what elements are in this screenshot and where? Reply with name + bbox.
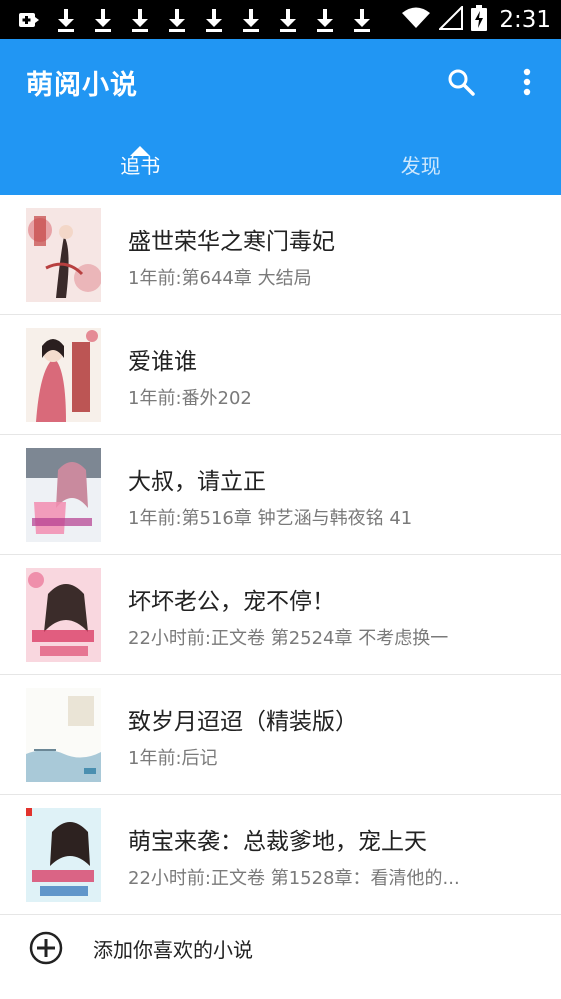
- book-latest-chapter: 1年前:第516章 钟艺涵与韩夜铭 41: [128, 508, 413, 529]
- active-tab-indicator: [130, 146, 150, 156]
- book-latest-chapter: 22小时前:正文卷 第1528章：看清他的...: [128, 868, 460, 889]
- book-title: 大叔，请立正: [128, 469, 266, 495]
- book-row[interactable]: 盛世荣华之寒门毒妃 1年前:第644章 大结局: [0, 195, 561, 315]
- add-circle-icon: [29, 931, 63, 965]
- add-book-label: 添加你喜欢的小说: [93, 938, 253, 962]
- tab-faxian[interactable]: 发现: [281, 143, 561, 195]
- book-cover: [26, 808, 101, 902]
- book-latest-chapter: 1年前:第644章 大结局: [128, 268, 312, 289]
- app-title: 萌阅小说: [26, 70, 138, 101]
- download-icon: [121, 4, 158, 35]
- book-latest-chapter: 1年前:番外202: [128, 388, 252, 409]
- book-title: 盛世荣华之寒门毒妃: [128, 229, 335, 255]
- book-title: 致岁月迢迢（精装版）: [128, 709, 358, 735]
- book-list: 盛世荣华之寒门毒妃 1年前:第644章 大结局 爱谁谁 1年前:番外202 大叔…: [0, 195, 561, 915]
- more-options-button[interactable]: [512, 65, 542, 99]
- book-row[interactable]: 萌宝来袭：总裁爹地，宠上天 22小时前:正文卷 第1528章：看清他的...: [0, 795, 561, 915]
- book-row[interactable]: 大叔，请立正 1年前:第516章 钟艺涵与韩夜铭 41: [0, 435, 561, 555]
- book-latest-chapter: 1年前:后记: [128, 748, 218, 769]
- download-icon: [195, 4, 232, 35]
- book-row[interactable]: 致岁月迢迢（精装版） 1年前:后记: [0, 675, 561, 795]
- book-row[interactable]: 爱谁谁 1年前:番外202: [0, 315, 561, 435]
- notification-icon: [10, 4, 47, 35]
- download-icon: [306, 4, 343, 35]
- book-title: 爱谁谁: [128, 349, 197, 375]
- download-icon: [158, 4, 195, 35]
- add-book-button[interactable]: 添加你喜欢的小说: [0, 915, 561, 977]
- app-bar: 萌阅小说 追书 发现: [0, 39, 561, 195]
- book-title: 萌宝来袭：总裁爹地，宠上天: [128, 829, 427, 855]
- book-latest-chapter: 22小时前:正文卷 第2524章 不考虑换一: [128, 628, 449, 649]
- download-icon: [232, 4, 269, 35]
- search-button[interactable]: [444, 65, 478, 99]
- book-cover: [26, 328, 101, 422]
- download-icon: [84, 4, 121, 35]
- book-cover: [26, 448, 101, 542]
- download-icon: [269, 4, 306, 35]
- book-row[interactable]: 坏坏老公，宠不停！ 22小时前:正文卷 第2524章 不考虑换一: [0, 555, 561, 675]
- tab-bar: 追书 发现: [0, 143, 561, 195]
- status-bar: 2:31: [0, 0, 561, 39]
- download-icon: [47, 4, 84, 35]
- book-cover: [26, 688, 101, 782]
- signal-icon: [437, 4, 464, 34]
- wifi-icon: [401, 6, 431, 34]
- clock: 2:31: [499, 6, 551, 33]
- more-vert-icon: [523, 68, 531, 96]
- notification-icons: [10, 4, 380, 35]
- book-title: 坏坏老公，宠不停！: [128, 589, 335, 615]
- download-icon: [343, 4, 380, 35]
- book-cover: [26, 208, 101, 302]
- search-icon: [448, 69, 475, 96]
- battery-icon: [471, 4, 488, 35]
- book-cover: [26, 568, 101, 662]
